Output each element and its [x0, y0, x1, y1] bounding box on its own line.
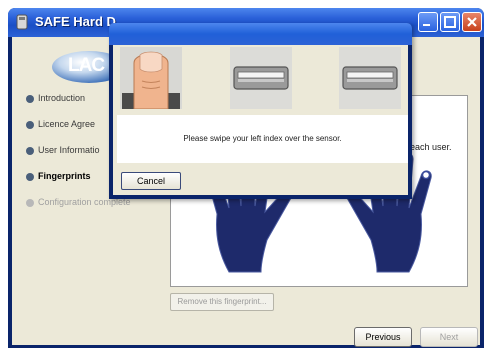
next-button[interactable]: Next — [420, 327, 478, 347]
dialog-title-bar[interactable] — [109, 23, 412, 45]
step-user-information: User Informatio — [26, 145, 100, 155]
close-icon — [467, 17, 477, 27]
setup-wizard-window: SAFE Hard D LAC Introduction Licence Agr… — [8, 8, 484, 348]
window-title: SAFE Hard D — [35, 14, 116, 29]
maximize-icon — [444, 16, 456, 28]
step-introduction: Introduction — [26, 93, 85, 103]
step-label: User Informatio — [38, 145, 100, 155]
app-icon — [16, 14, 28, 30]
message-panel: Please swipe your left index over the se… — [117, 115, 408, 163]
minimize-icon — [423, 24, 430, 26]
step-fingerprints: Fingerprints — [26, 171, 91, 181]
previous-button[interactable]: Previous — [354, 327, 412, 347]
step-bullet-icon — [26, 172, 34, 181]
step-label: Introduction — [38, 93, 86, 103]
logo-text: LAC — [68, 55, 105, 76]
step-licence-agreement: Licence Agree — [26, 119, 95, 129]
step-label: Fingerprints — [38, 171, 91, 181]
step-bullet-icon — [26, 120, 34, 129]
finger-on-sensor-icon — [120, 47, 182, 109]
step-bullet-icon — [26, 198, 34, 207]
finger-marker-right-little — [421, 170, 431, 180]
step-bullet-icon — [26, 94, 34, 103]
minimize-button[interactable] — [418, 12, 438, 32]
dialog-message: Please swipe your left index over the se… — [183, 134, 342, 143]
sensor-icon — [230, 47, 292, 109]
swipe-finger-dialog: Please swipe your left index over the se… — [109, 23, 412, 199]
dialog-body: Please swipe your left index over the se… — [113, 45, 408, 195]
maximize-button[interactable] — [440, 12, 460, 32]
step-bullet-icon — [26, 146, 34, 155]
sensor-icon — [339, 47, 401, 109]
close-button[interactable] — [462, 12, 482, 32]
cancel-button[interactable]: Cancel — [121, 172, 181, 190]
step-label: Licence Agree — [38, 119, 96, 129]
instructions-text: each user. — [410, 142, 452, 152]
remove-fingerprint-button[interactable]: Remove this fingerprint... — [170, 293, 274, 311]
